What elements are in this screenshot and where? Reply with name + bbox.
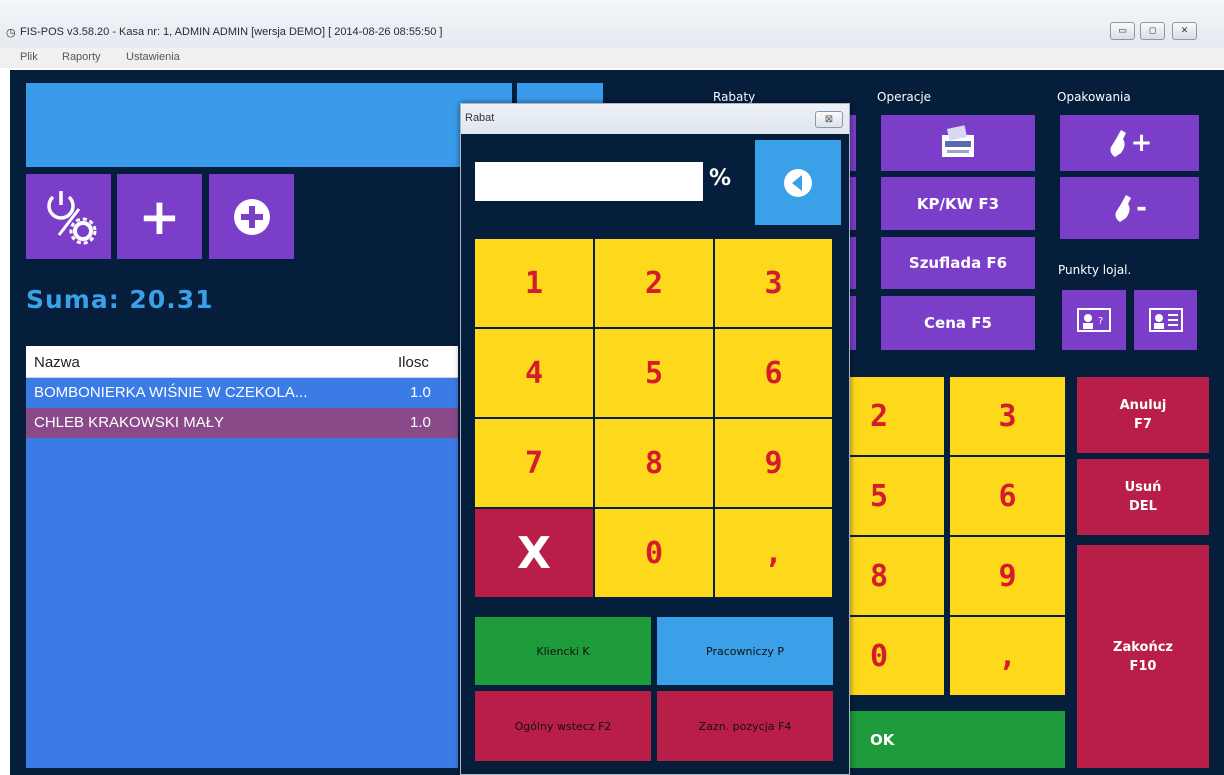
ok-button[interactable]: OK xyxy=(850,711,1065,768)
bottle-icon xyxy=(1115,195,1132,222)
row-name: CHLEB KRAKOWSKI MAŁY xyxy=(34,414,225,431)
loyalty-card-button[interactable] xyxy=(1134,290,1197,350)
rabat-ogolny-button[interactable]: Ogólny wstecz F2 xyxy=(475,691,651,761)
loyalty-card-icon xyxy=(1148,308,1183,332)
svg-text:?: ? xyxy=(1098,316,1103,327)
dialog-key-2[interactable]: 2 xyxy=(595,239,713,327)
menu-raporty[interactable]: Raporty xyxy=(62,51,101,63)
szuflada-button[interactable]: Szuflada F6 xyxy=(881,237,1035,289)
rabat-dialog: Rabat ⊠ % 1 2 3 4 5 6 7 8 9 X 0 , Klienc… xyxy=(460,103,850,775)
dialog-key-1[interactable]: 1 xyxy=(475,239,593,327)
dialog-title: Rabat xyxy=(465,112,495,124)
dialog-key-8[interactable]: 8 xyxy=(595,419,713,507)
anuluj-button[interactable]: Anuluj F7 xyxy=(1077,377,1209,453)
menu-plik[interactable]: Plik xyxy=(20,51,38,63)
rabat-pozycja-button[interactable]: Zazn. pozycja F4 xyxy=(657,691,833,761)
key-9[interactable]: 9 xyxy=(950,537,1065,615)
moje-rachunki-button[interactable] xyxy=(881,115,1035,171)
packaging-minus-button[interactable]: - xyxy=(1060,177,1199,239)
rabat-klient-button[interactable]: Kliencki K xyxy=(475,617,651,685)
dialog-key-9[interactable]: 9 xyxy=(715,419,832,507)
menu-ustawienia[interactable]: Ustawienia xyxy=(126,51,180,63)
packaging-plus-button[interactable]: + xyxy=(1060,115,1199,171)
maximize-button[interactable]: ◻ xyxy=(1140,22,1165,40)
dialog-key-6[interactable]: 6 xyxy=(715,329,832,417)
receipt-icon xyxy=(942,125,974,157)
key-6[interactable]: 6 xyxy=(950,457,1065,535)
plus-circle-icon xyxy=(233,198,270,235)
loyalty-card-query-icon: ? xyxy=(1077,308,1111,332)
power-settings-icon xyxy=(46,190,96,244)
window-title: FIS-POS v3.58.20 - Kasa nr: 1, ADMIN ADM… xyxy=(20,26,443,38)
dialog-close-button[interactable]: ⊠ xyxy=(815,111,843,128)
backspace-button[interactable] xyxy=(755,140,841,225)
scan-field[interactable] xyxy=(26,83,512,167)
operacje-label: Operacje xyxy=(877,90,932,104)
dialog-key-7[interactable]: 7 xyxy=(475,419,593,507)
col-qty-header[interactable]: Ilosc xyxy=(398,354,429,371)
punkty-label: Punkty lojal. xyxy=(1058,263,1132,277)
loyalty-check-button[interactable]: ? xyxy=(1062,290,1126,350)
plus-icon: + xyxy=(1130,128,1153,158)
menu-bar xyxy=(0,48,1224,68)
add-item-button[interactable] xyxy=(209,174,294,259)
minus-icon: - xyxy=(1136,193,1147,223)
dialog-key-4[interactable]: 4 xyxy=(475,329,593,417)
dialog-key-comma[interactable]: , xyxy=(715,509,832,597)
dialog-titlebar: Rabat ⊠ xyxy=(461,104,849,134)
rabaty-label: Rabaty xyxy=(713,90,756,104)
app-icon: ◷ xyxy=(6,26,16,39)
row-name: BOMBONIERKA WIŚNIE W CZEKOLA... xyxy=(34,384,308,401)
percent-sign: % xyxy=(709,166,732,191)
opakowania-label: Opakowania xyxy=(1057,90,1131,104)
key-8[interactable]: 8 xyxy=(850,537,944,615)
minimize-button[interactable]: ▭ xyxy=(1110,22,1135,40)
plus-icon: + xyxy=(138,187,181,246)
key-5[interactable]: 5 xyxy=(850,457,944,535)
dialog-key-3[interactable]: 3 xyxy=(715,239,832,327)
list-header: Nazwa Ilosc xyxy=(26,346,458,378)
kpkw-button[interactable]: KP/KW F3 xyxy=(881,177,1035,230)
zakoncz-button[interactable]: Zakończ F10 xyxy=(1077,545,1209,768)
percent-input[interactable] xyxy=(475,162,703,201)
key-comma[interactable]: , xyxy=(950,617,1065,695)
col-name-header[interactable]: Nazwa xyxy=(34,354,80,371)
key-2[interactable]: 2 xyxy=(850,377,944,455)
dialog-key-0[interactable]: 0 xyxy=(595,509,713,597)
key-3[interactable]: 3 xyxy=(950,377,1065,455)
cena-button[interactable]: Cena F5 xyxy=(881,296,1035,350)
back-arrow-icon xyxy=(784,168,812,197)
item-list[interactable]: Nazwa Ilosc BOMBONIERKA WIŚNIE W CZEKOLA… xyxy=(26,346,458,768)
close-button[interactable]: ✕ xyxy=(1172,22,1197,40)
rabat-pracowniczy-button[interactable]: Pracowniczy P xyxy=(657,617,833,685)
power-settings-button[interactable] xyxy=(26,174,111,259)
table-row-selected[interactable]: CHLEB KRAKOWSKI MAŁY 1.0 xyxy=(26,408,458,438)
clear-button[interactable]: X xyxy=(475,509,593,597)
bottle-icon xyxy=(1110,130,1126,157)
row-qty: 1.0 xyxy=(410,384,431,401)
add-button[interactable]: + xyxy=(117,174,202,259)
usun-button[interactable]: Usuń DEL xyxy=(1077,459,1209,535)
table-row[interactable]: BOMBONIERKA WIŚNIE W CZEKOLA... 1.0 xyxy=(26,378,458,408)
key-0[interactable]: 0 xyxy=(850,617,944,695)
row-qty: 1.0 xyxy=(410,414,431,431)
dialog-key-5[interactable]: 5 xyxy=(595,329,713,417)
sum-total: Suma: 20.31 xyxy=(26,285,214,314)
